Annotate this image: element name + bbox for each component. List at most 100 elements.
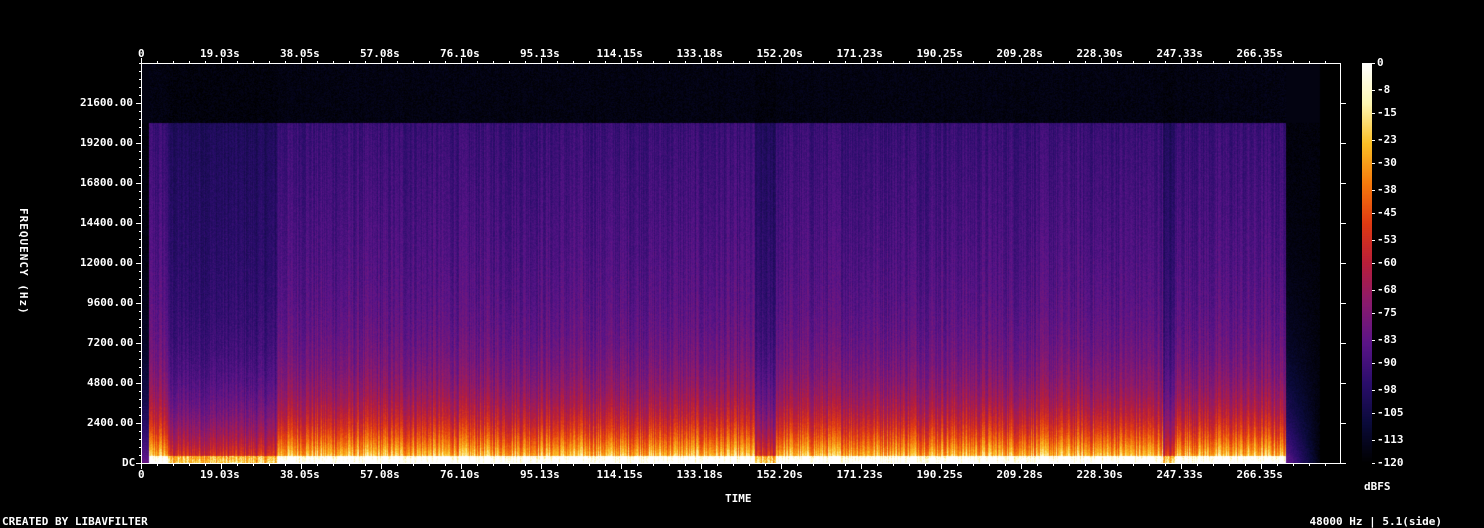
x-minor-tick xyxy=(413,464,414,466)
x-minor-tick xyxy=(1037,464,1038,466)
x-minor-tick xyxy=(1245,464,1246,466)
x-minor-tick xyxy=(797,464,798,466)
y-tick-mark-right xyxy=(1341,383,1346,384)
colorbar-tick-label: -113 xyxy=(1377,433,1404,446)
x-minor-tick xyxy=(541,464,542,466)
x-minor-tick xyxy=(445,464,446,466)
x-minor-tick xyxy=(333,464,334,466)
y-tick-mark-right xyxy=(1341,303,1346,304)
colorbar-tick-label: -105 xyxy=(1377,406,1404,419)
x-tick-label-top: 19.03s xyxy=(200,47,240,60)
spectrogram-plot xyxy=(141,63,1341,464)
x-tick-label-bottom: 133.18s xyxy=(676,468,723,481)
y-tick-label: 21600.00 xyxy=(80,96,133,109)
colorbar xyxy=(1362,63,1372,464)
x-tick-label-top: 266.35s xyxy=(1236,47,1283,60)
x-minor-tick xyxy=(1277,464,1278,466)
spectrogram-image xyxy=(142,64,1340,463)
footer-credit: CREATED BY LIBAVFILTER xyxy=(2,515,148,528)
x-minor-tick xyxy=(829,464,830,466)
x-minor-tick xyxy=(365,464,366,466)
x-minor-tick xyxy=(717,464,718,466)
x-minor-tick xyxy=(989,464,990,466)
x-minor-tick xyxy=(893,464,894,466)
y-tick-label: 4800.00 xyxy=(87,376,134,389)
x-minor-tick xyxy=(557,464,558,466)
x-minor-tick xyxy=(1101,464,1102,466)
x-minor-tick xyxy=(381,464,382,466)
colorbar-tick-mark xyxy=(1372,440,1375,441)
x-minor-tick xyxy=(1197,464,1198,466)
colorbar-tick-mark xyxy=(1372,363,1375,364)
colorbar-tick-mark xyxy=(1372,113,1375,114)
colorbar-tick-mark xyxy=(1372,263,1375,264)
x-minor-tick xyxy=(1261,464,1262,466)
colorbar-tick-label: -83 xyxy=(1377,333,1397,346)
x-minor-tick xyxy=(1293,464,1294,466)
x-minor-tick xyxy=(909,464,910,466)
x-minor-tick xyxy=(925,464,926,466)
x-tick-label-bottom: 171.23s xyxy=(836,468,883,481)
x-tick-label-top: 76.10s xyxy=(440,47,480,60)
x-minor-tick xyxy=(253,464,254,466)
x-minor-tick xyxy=(1053,464,1054,466)
x-minor-tick xyxy=(429,464,430,466)
y-tick-label: 7200.00 xyxy=(87,336,134,349)
colorbar-tick-mark xyxy=(1372,213,1375,214)
x-tick-label-top: 152.20s xyxy=(756,47,803,60)
colorbar-tick-label: -90 xyxy=(1377,356,1397,369)
x-tick-label-bottom: 38.05s xyxy=(280,468,320,481)
y-tick-mark-right xyxy=(1341,463,1346,464)
x-minor-tick xyxy=(397,464,398,466)
y-tick-label: 14400.00 xyxy=(80,216,133,229)
x-minor-tick xyxy=(1325,464,1326,466)
colorbar-tick-label: -60 xyxy=(1377,256,1397,269)
x-minor-tick xyxy=(269,464,270,466)
x-tick-label-bottom: 95.13s xyxy=(520,468,560,481)
x-minor-tick xyxy=(1085,464,1086,466)
x-minor-tick xyxy=(1149,464,1150,466)
x-tick-label-top: 114.15s xyxy=(596,47,643,60)
footer-format: 48000 Hz | 5.1(side) xyxy=(1309,515,1442,528)
colorbar-tick-mark xyxy=(1372,190,1375,191)
colorbar-tick-label: -75 xyxy=(1377,306,1397,319)
x-tick-label-top: 228.30s xyxy=(1076,47,1123,60)
x-minor-tick xyxy=(1229,464,1230,466)
colorbar-tick-label: -98 xyxy=(1377,383,1397,396)
y-tick-label: 12000.00 xyxy=(80,256,133,269)
x-minor-tick xyxy=(861,464,862,466)
colorbar-tick-label: -45 xyxy=(1377,206,1397,219)
colorbar-tick-label: -38 xyxy=(1377,183,1397,196)
x-minor-tick xyxy=(813,464,814,466)
x-tick-label-bottom: 190.25s xyxy=(916,468,963,481)
x-tick-label-top: 247.33s xyxy=(1156,47,1203,60)
x-minor-tick xyxy=(1005,464,1006,466)
x-minor-tick xyxy=(973,464,974,466)
colorbar-tick-mark xyxy=(1372,63,1375,64)
x-minor-tick xyxy=(477,464,478,466)
colorbar-tick-label: -8 xyxy=(1377,83,1391,96)
x-minor-tick xyxy=(1069,464,1070,466)
x-minor-tick xyxy=(221,464,222,466)
colorbar-tick-mark xyxy=(1372,140,1375,141)
x-minor-tick xyxy=(621,464,622,466)
x-minor-tick xyxy=(781,464,782,466)
colorbar-tick-mark xyxy=(1372,463,1375,464)
x-minor-tick xyxy=(669,464,670,466)
x-tick-label-top: 209.28s xyxy=(996,47,1043,60)
x-minor-tick xyxy=(573,464,574,466)
y-tick-mark-right xyxy=(1341,423,1346,424)
colorbar-tick-label: -120 xyxy=(1377,456,1404,469)
x-tick-label-bottom: 247.33s xyxy=(1156,468,1203,481)
x-minor-tick xyxy=(1133,464,1134,466)
x-minor-tick xyxy=(877,464,878,466)
x-tick-label-bottom: 228.30s xyxy=(1076,468,1123,481)
x-tick-label-bottom: 266.35s xyxy=(1236,468,1283,481)
x-tick-label-top: 133.18s xyxy=(676,47,723,60)
colorbar-tick-mark xyxy=(1372,240,1375,241)
x-minor-tick xyxy=(317,464,318,466)
x-minor-tick xyxy=(525,464,526,466)
x-minor-tick xyxy=(1309,464,1310,466)
x-minor-tick xyxy=(205,464,206,466)
x-minor-tick xyxy=(845,464,846,466)
